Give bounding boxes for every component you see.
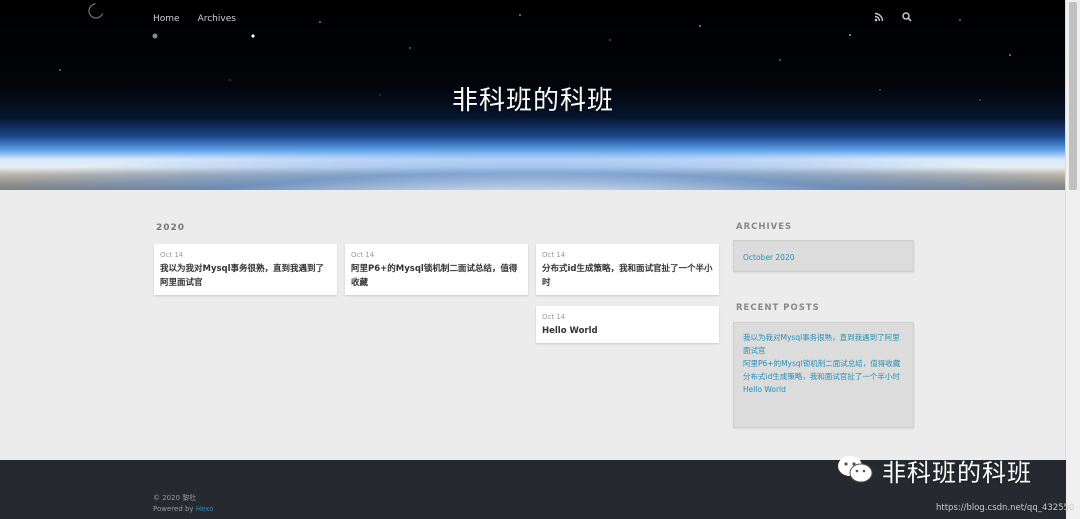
footer-copyright: © 2020 黎杜 bbox=[153, 494, 197, 502]
post-title[interactable]: 我以为我对Mysql事务很熟，直到我遇到了阿里面试官 bbox=[160, 262, 331, 290]
site-title[interactable]: 非科班的科班 bbox=[0, 80, 1066, 117]
post-card[interactable]: Oct 14 分布式id生成策略，我和面试官扯了一个半小时 bbox=[536, 244, 719, 295]
post-date: Oct 14 bbox=[542, 251, 566, 259]
recent-posts-widget-title: RECENT POSTS bbox=[736, 303, 820, 313]
hexo-link[interactable]: Hexo bbox=[196, 505, 214, 513]
post-card[interactable]: Oct 14 Hello World bbox=[536, 306, 719, 343]
post-title[interactable]: 阿里P6+的Mysql锁机制二面试总结，值得收藏 bbox=[351, 262, 522, 290]
scrollbar[interactable] bbox=[1065, 0, 1080, 519]
recent-post-link[interactable]: 我以为我对Mysql事务很熟，直到我遇到了阿里面试官 bbox=[743, 331, 904, 357]
watermark-url: https://blog.csdn.net/qq_432550 bbox=[936, 503, 1075, 513]
archive-year-heading: 2020 bbox=[156, 223, 186, 233]
nav-home-link[interactable]: Home bbox=[153, 14, 180, 24]
post-title[interactable]: 分布式id生成策略，我和面试官扯了一个半小时 bbox=[542, 262, 713, 290]
main-nav: Home Archives bbox=[153, 14, 236, 24]
powered-by-label: Powered by bbox=[153, 505, 194, 513]
scrollbar-thumb[interactable] bbox=[1069, 2, 1077, 190]
archive-month-link[interactable]: October 2020 bbox=[743, 251, 913, 264]
post-date: Oct 14 bbox=[542, 313, 566, 321]
search-icon[interactable] bbox=[902, 12, 914, 24]
post-card[interactable]: Oct 14 我以为我对Mysql事务很熟，直到我遇到了阿里面试官 bbox=[154, 244, 337, 295]
wechat-icon bbox=[836, 454, 874, 488]
archives-widget: October 2020 bbox=[733, 240, 914, 272]
recent-post-link[interactable]: Hello World bbox=[743, 383, 904, 396]
post-date: Oct 14 bbox=[351, 251, 375, 259]
recent-post-link[interactable]: 分布式id生成策略，我和面试官扯了一个半小时 bbox=[743, 370, 904, 383]
post-card[interactable]: Oct 14 阿里P6+的Mysql锁机制二面试总结，值得收藏 bbox=[345, 244, 528, 295]
nav-icons bbox=[874, 12, 914, 24]
post-title[interactable]: Hello World bbox=[542, 324, 713, 338]
post-date: Oct 14 bbox=[160, 251, 184, 259]
wechat-watermark: 非科班的科班 bbox=[836, 453, 1032, 488]
recent-post-link[interactable]: 阿里P6+的Mysql锁机制二面试总结，值得收藏 bbox=[743, 357, 904, 370]
recent-posts-widget: 我以为我对Mysql事务很熟，直到我遇到了阿里面试官 阿里P6+的Mysql锁机… bbox=[733, 322, 914, 428]
rss-icon[interactable] bbox=[874, 12, 886, 24]
footer-powered-by: Powered by Hexo bbox=[153, 505, 213, 513]
archives-widget-title: ARCHIVES bbox=[736, 222, 793, 232]
watermark-text: 非科班的科班 bbox=[882, 459, 1032, 487]
nav-archives-link[interactable]: Archives bbox=[198, 14, 236, 24]
